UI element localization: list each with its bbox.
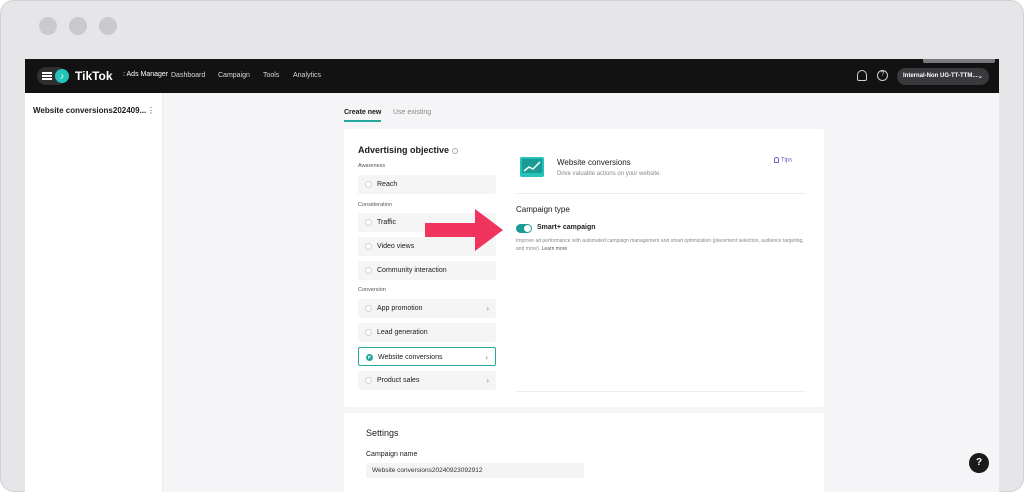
app-viewport: ♪ TikTok : Ads Manager Dashboard Campaig… bbox=[25, 59, 999, 492]
window-minimize-dot[interactable] bbox=[69, 17, 87, 35]
window-maximize-dot[interactable] bbox=[99, 17, 117, 35]
annotation-arrow-icon bbox=[425, 209, 503, 251]
floating-help-button[interactable]: ? bbox=[969, 453, 989, 473]
window-close-dot[interactable] bbox=[39, 17, 57, 35]
browser-window: ♪ TikTok : Ads Manager Dashboard Campaig… bbox=[0, 0, 1024, 492]
